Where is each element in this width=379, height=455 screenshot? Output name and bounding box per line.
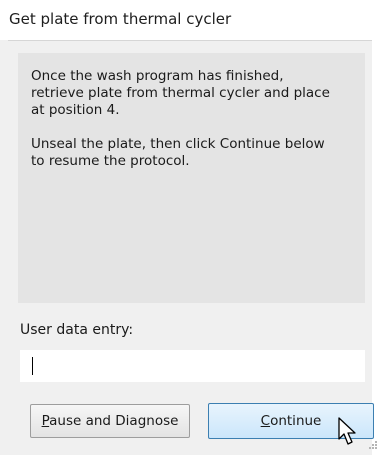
dialog-window: Get plate from thermal cycler Once the w… xyxy=(0,0,379,455)
mouse-pointer-icon xyxy=(338,417,356,445)
instruction-message: Once the wash program has finished, retr… xyxy=(31,68,330,169)
user-data-entry-label: User data entry: xyxy=(20,322,134,338)
pause-label: ause and Diagnose xyxy=(49,413,179,429)
resize-grip-icon[interactable] xyxy=(366,440,378,452)
pause-mnemonic: P xyxy=(41,413,50,429)
pause-and-diagnose-button[interactable]: Pause and Diagnose xyxy=(30,404,190,438)
continue-mnemonic: C xyxy=(260,413,271,429)
dialog-title: Get plate from thermal cycler xyxy=(9,10,232,28)
message-panel: Once the wash program has finished, retr… xyxy=(18,53,365,303)
continue-label: ontinue xyxy=(270,413,322,429)
text-caret xyxy=(32,357,33,375)
title-bar: Get plate from thermal cycler xyxy=(0,0,379,41)
window-frame-left xyxy=(0,40,8,455)
window-frame-right xyxy=(372,40,379,455)
user-data-entry-input[interactable] xyxy=(20,350,365,382)
